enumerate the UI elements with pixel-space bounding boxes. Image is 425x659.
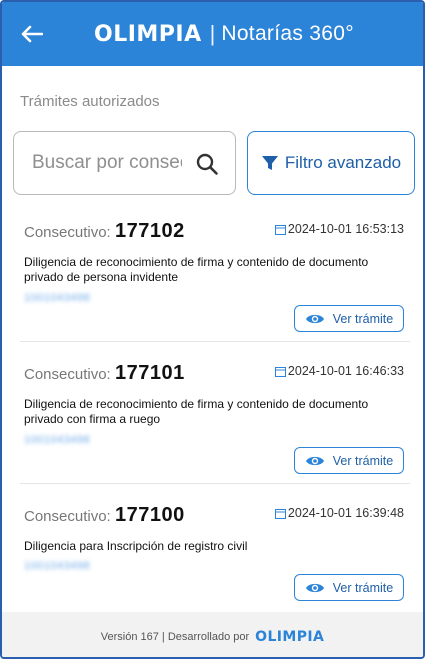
app-frame: OLIMPIA | Notarías 360° Trámites autoriz… [0,0,425,659]
brand: OLIMPIA | Notarías 360° [94,21,354,47]
brand-separator: | [209,21,216,46]
view-procedure-label: Ver trámite [332,453,394,468]
calendar-icon [274,224,286,235]
consecutivo-value: 177100 [115,504,185,526]
record-datetime: 2024-10-01 16:39:48 [274,506,404,520]
olimpia-logo: OLIMPIA [94,21,202,47]
section-title: Trámites autorizados [20,93,160,110]
calendar-icon [274,508,286,519]
record-datetime: 2024-10-01 16:46:33 [274,364,404,378]
search-box[interactable] [13,131,236,195]
back-button[interactable] [18,20,46,48]
view-procedure-label: Ver trámite [332,311,394,326]
consecutivo-value: 177101 [115,362,185,384]
view-procedure-label: Ver trámite [332,580,394,595]
calendar-icon [274,366,286,377]
filter-icon [261,156,278,170]
arrow-left-icon [21,25,43,43]
datetime-text: 2024-10-01 16:46:33 [287,364,404,378]
eye-icon [305,583,324,592]
consecutivo-value: 177102 [115,220,185,242]
advanced-filter-button[interactable]: Filtro avanzado [247,131,415,195]
record-card: Consecutivo: 177102 2024-10-01 16:53:13 … [20,220,410,342]
record-card: Consecutivo: 177100 2024-10-01 16:39:48 … [20,504,410,608]
record-description: Diligencia de reconocimiento de firma y … [24,397,369,426]
redacted-id: 1001043498 [24,560,91,572]
record-card: Consecutivo: 177101 2024-10-01 16:46:33 … [20,362,410,484]
version-text: Versión 167 | Desarrollado por [100,630,250,643]
eye-icon [305,456,324,465]
record-description: Diligencia para Inscripción de registro … [24,539,248,553]
datetime-text: 2024-10-01 16:39:48 [287,506,404,520]
divider [20,341,410,342]
view-procedure-button[interactable]: Ver trámite [294,447,404,474]
eye-icon [305,314,324,323]
view-procedure-button[interactable]: Ver trámite [294,574,404,601]
redacted-id: 1001043498 [24,292,91,304]
redacted-id: 1001043498 [24,434,91,446]
datetime-text: 2024-10-01 16:53:13 [287,222,404,236]
consecutivo-label: Consecutivo: [24,224,111,241]
record-datetime: 2024-10-01 16:53:13 [274,222,404,236]
advanced-filter-label: Filtro avanzado [284,153,402,172]
record-description: Diligencia de reconocimiento de firma y … [24,255,369,284]
app-header: OLIMPIA | Notarías 360° [2,2,423,66]
consecutivo-label: Consecutivo: [24,366,111,383]
view-procedure-button[interactable]: Ver trámite [294,305,404,332]
footer-olimpia-logo: OLIMPIA [255,628,325,645]
consecutivo-label: Consecutivo: [24,508,111,525]
divider [20,483,410,484]
footer: Versión 167 | Desarrollado por OLIMPIA [2,612,423,657]
search-input[interactable] [32,152,182,174]
search-icon[interactable] [195,152,219,176]
app-subtitle: Notarías 360° [221,22,354,45]
